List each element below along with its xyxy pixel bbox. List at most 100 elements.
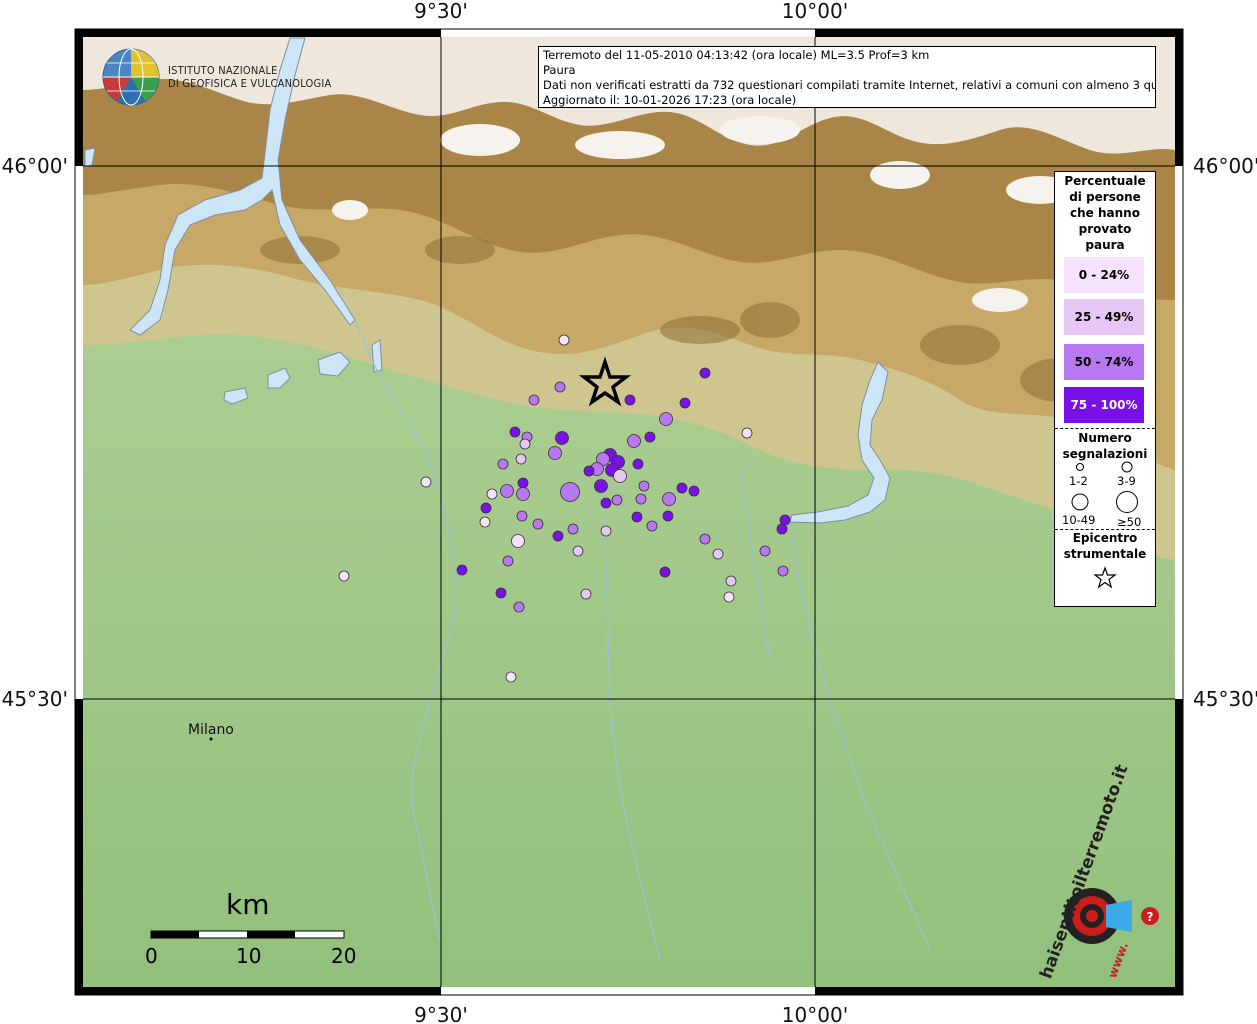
intensity-point [532,518,544,530]
lon-top-1: 9°30' [414,0,468,23]
intensity-point [548,446,562,460]
svg-text:?: ? [1147,910,1154,924]
intensity-point [676,482,688,494]
size-label-2: 3-9 [1117,474,1136,488]
intensity-point [725,575,737,587]
city-label-milano: Milano [188,722,234,738]
scale-label-20: 20 [331,944,357,968]
intensity-point [528,394,540,406]
intensity-point [644,431,656,443]
intensity-point [552,530,564,542]
intensity-point [554,381,566,393]
intensity-point [627,434,641,448]
legend-count-title-1: Numero [1078,431,1132,445]
intensity-point [511,534,525,548]
intensity-point [600,497,612,509]
logo-line-1: ISTITUTO NAZIONALE [168,64,278,77]
intensity-point [712,548,724,560]
lat-left-1: 46°00' [2,154,68,178]
intensity-point [515,453,527,465]
intensity-point [500,484,514,498]
map-parameter: Paura [543,63,576,77]
intensity-point [699,533,711,545]
legend-class-2: 50 - 74% [1064,344,1144,380]
intensity-point [480,502,492,514]
lat-left-2: 45°30' [2,687,68,711]
legend-class-label: 75 - 100% [1070,398,1138,412]
legend-class-0: 0 - 24% [1064,257,1144,293]
lon-top-2: 10°00' [782,0,848,23]
intensity-point [486,488,498,500]
terrain [83,37,1175,987]
intensity-point [688,485,700,497]
event-info-box: Terremoto del 11-05-2010 04:13:42 (ora l… [538,46,1156,108]
intensity-point [567,523,579,535]
intensity-point [659,412,673,426]
intensity-point [558,334,570,346]
intensity-point [456,564,468,576]
intensity-point [777,565,789,577]
intensity-point [638,480,650,492]
lat-right-1: 46°00' [1193,154,1257,178]
intensity-point [517,477,529,489]
intensity-point [583,465,595,477]
intensity-point [338,570,350,582]
legend-star-icon [1093,566,1117,589]
intensity-point [519,438,531,450]
legend: Percentuale di persone che hanno provato… [1054,171,1156,607]
legend-title: Percentuale di persone che hanno provato… [1064,174,1146,252]
scale-label-10: 10 [236,944,262,968]
intensity-point [555,431,569,445]
intensity-point [505,671,517,683]
event-info-line: Terremoto del 11-05-2010 04:13:42 (ora l… [543,48,930,62]
intensity-point [662,510,674,522]
legend-class-label: 25 - 49% [1074,310,1134,324]
ingv-logo-text: ISTITUTO NAZIONALE DI GEOFISICA E VULCAN… [168,64,331,90]
scale-label-0: 0 [145,944,158,968]
intensity-point [479,516,491,528]
intensity-point [741,427,753,439]
intensity-point [516,487,530,501]
intensity-point [509,426,521,438]
ingv-logo-icon [102,48,160,106]
legend-class-label: 0 - 24% [1078,268,1130,282]
intensity-point [679,397,691,409]
intensity-point [613,469,627,483]
size-label-4: ≥50 [1117,515,1142,529]
intensity-point [594,479,608,493]
intensity-point [779,514,791,526]
intensity-point [560,482,580,502]
intensity-point [662,492,676,506]
lon-bottom-2: 10°00' [782,1003,848,1024]
legend-class-3: 75 - 100% [1064,387,1144,423]
intensity-point [646,520,658,532]
scale-bar [150,930,345,939]
intensity-point [502,555,514,567]
intensity-point [513,601,525,613]
lon-bottom-1: 9°30' [414,1003,468,1024]
intensity-point [600,525,612,537]
intensity-point [776,523,788,535]
intensity-point [723,591,735,603]
legend-class-label: 50 - 74% [1074,355,1134,369]
intensity-point [632,458,644,470]
intensity-point [580,588,592,600]
logo-line-2: DI GEOFISICA E VULCANOLOGIA [168,77,332,90]
legend-epi-title-2: strumentale [1063,547,1147,561]
intensity-point [572,545,584,557]
lat-right-2: 45°30' [1193,687,1257,711]
data-note: Dati non verificati estratti da 732 ques… [543,78,1156,92]
intensity-point [497,458,509,470]
intensity-point [495,587,507,599]
size-label-3: 10-49 [1062,513,1096,527]
legend-epi-title-1: Epicentro [1072,531,1138,545]
intensity-point [420,476,432,488]
intensity-point [659,566,671,578]
scale-unit: km [226,888,270,921]
legend-class-1: 25 - 49% [1064,299,1144,335]
intensity-point [611,494,623,506]
intensity-point [759,545,771,557]
size-label-1: 1-2 [1069,474,1088,488]
intensity-point [631,511,643,523]
intensity-point [624,394,636,406]
